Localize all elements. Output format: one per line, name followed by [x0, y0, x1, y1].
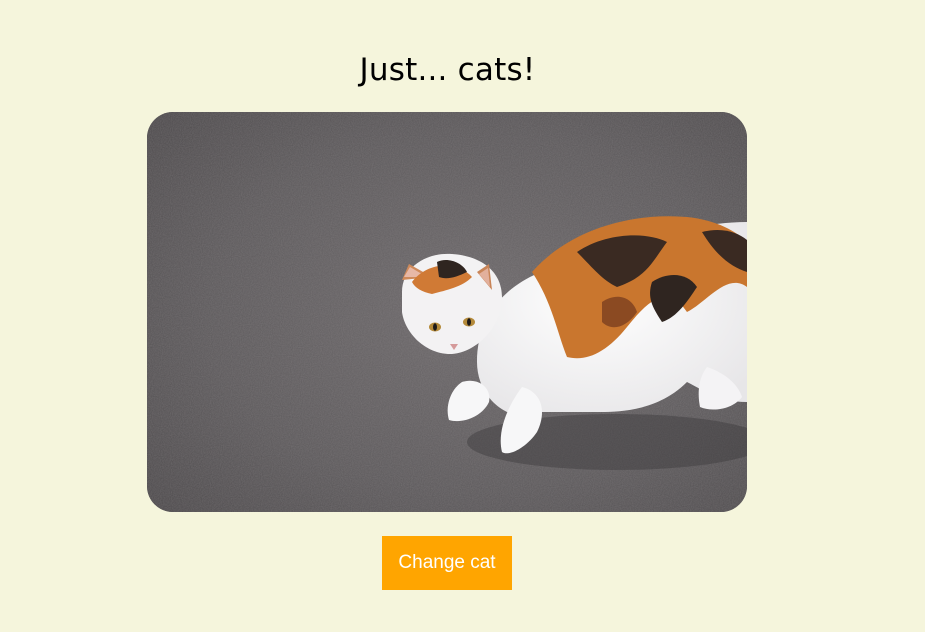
- page-title: Just... cats!: [359, 52, 536, 88]
- cat-photo: [147, 112, 747, 512]
- change-cat-button[interactable]: Change cat: [382, 536, 512, 590]
- page: Just... cats! Change cat: [0, 0, 925, 632]
- cat-photo-illustration: [147, 112, 747, 512]
